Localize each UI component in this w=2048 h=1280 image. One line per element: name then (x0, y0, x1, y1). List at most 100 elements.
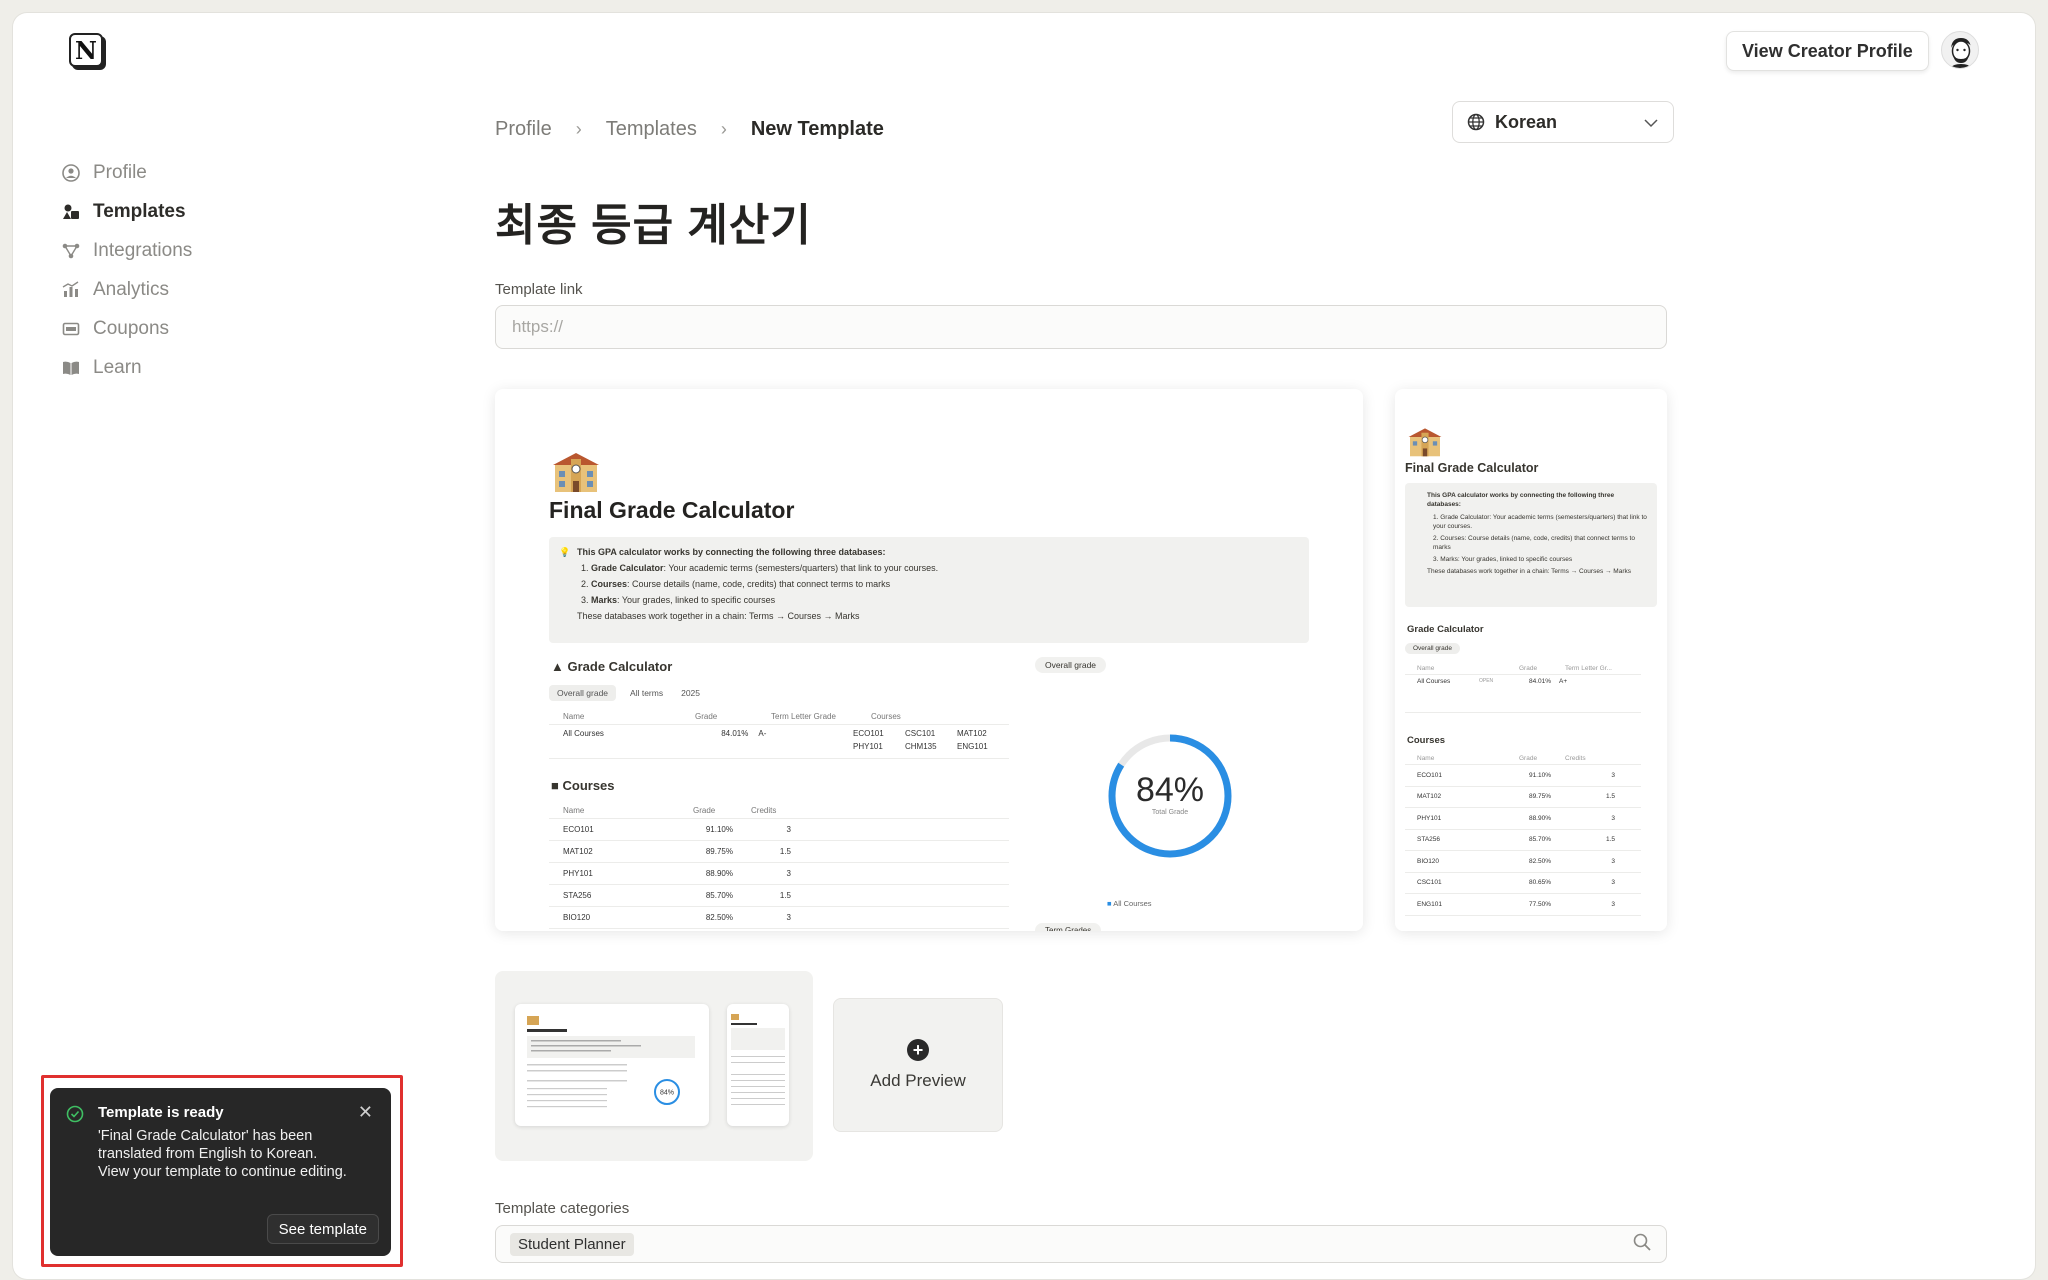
cell-name: MAT102 (1417, 793, 1442, 801)
sidebar-item-label: Learn (93, 356, 142, 378)
table-row[interactable]: STA256 85.70% 1.5 (1405, 830, 1641, 851)
templates-icon (61, 202, 81, 222)
course-tag: ECO101 (853, 729, 884, 738)
toast-title: Template is ready (98, 1104, 224, 1121)
preview-mobile[interactable]: Final Grade Calculator This GPA calculat… (1395, 389, 1667, 931)
lightbulb-icon: 💡 (559, 547, 571, 557)
cell-credits: 3 (786, 869, 791, 878)
view-tab[interactable]: Overall grade (1405, 643, 1461, 654)
callout-item-desc: : Course details (name, code, credits) t… (627, 579, 891, 589)
add-preview-button[interactable]: + Add Preview (833, 998, 1003, 1132)
callout-outro: These databases work together in a chain… (1427, 568, 1631, 575)
cell-name: ECO101 (1417, 771, 1442, 779)
page-title[interactable]: 최종 등급 계산기 (495, 189, 812, 253)
integrations-icon (61, 241, 81, 261)
grade-calc-heading: Grade Calculator (1407, 624, 1484, 635)
breadcrumb-profile[interactable]: Profile (495, 118, 552, 141)
breadcrumb-templates[interactable]: Templates (606, 118, 697, 141)
template-link-input[interactable] (495, 305, 1667, 349)
chevron-down-icon (1643, 112, 1659, 133)
language-select[interactable]: Korean (1452, 101, 1674, 143)
breadcrumb: Profile › Templates › New Template (495, 118, 884, 141)
callout-item: 1. Grade Calculator: Your academic terms… (581, 563, 939, 573)
cell-grade: 91.10% (705, 825, 733, 834)
table-row[interactable]: MAT102 89.75% 1.5 (1405, 787, 1641, 808)
view-tab[interactable]: 2025 (677, 685, 704, 701)
see-template-button[interactable]: See template (266, 1214, 379, 1244)
avatar[interactable] (1941, 31, 1979, 69)
table-row[interactable]: ENG101 77.50% 3 (1405, 894, 1641, 916)
cell-name: MAT102 (563, 847, 593, 856)
close-icon[interactable]: ✕ (358, 1102, 373, 1123)
cell-grade: 82.50% (1528, 857, 1551, 865)
table-row[interactable]: CSC101 80.65% 3 (1405, 873, 1641, 894)
notion-logo[interactable]: N (69, 33, 103, 67)
coupons-icon (61, 319, 81, 339)
sidebar-item-label: Analytics (93, 278, 170, 300)
callout-item: 2. Courses: Course details (name, code, … (581, 579, 891, 589)
thumbnail-mobile[interactable] (727, 1004, 789, 1126)
cell-credits: 3 (786, 825, 791, 834)
cell-credits: 3 (786, 913, 791, 922)
cell-grade: 89.75% (705, 847, 733, 856)
table-row[interactable]: PHY101 88.90% 3 (549, 863, 1009, 885)
cell-letter: A- (758, 729, 767, 738)
book-icon (61, 358, 81, 378)
category-chip[interactable]: Student Planner (510, 1232, 634, 1256)
sidebar-item-profile[interactable]: Profile (61, 153, 361, 192)
preview-desktop[interactable]: Final Grade Calculator 💡 This GPA calcul… (495, 389, 1363, 931)
table-row[interactable]: STA256 85.70% 1.5 (549, 885, 1009, 907)
cell-name: All Courses (1417, 678, 1451, 685)
sidebar-item-templates[interactable]: Templates (61, 192, 361, 231)
sidebar-item-integrations[interactable]: Integrations (61, 231, 361, 270)
table-row[interactable]: PHY101 88.90% 3 (1405, 808, 1641, 830)
grade-calc-heading: ▲ Grade Calculator (551, 659, 672, 674)
view-tab[interactable]: All terms (626, 685, 667, 701)
table-row[interactable]: BIO120 82.50% 3 (549, 907, 1009, 929)
sidebar-item-label: Profile (93, 161, 147, 183)
thumbnail-desktop[interactable]: 84% (515, 1004, 709, 1126)
course-tag: CHM135 (905, 742, 937, 751)
analytics-icon (61, 280, 81, 300)
table-row[interactable]: ECO101 91.10% 3 (549, 819, 1009, 841)
sidebar-item-learn[interactable]: Learn (61, 348, 361, 387)
open-badge[interactable]: OPEN (1479, 678, 1509, 684)
view-tab[interactable]: Overall grade (549, 685, 617, 701)
categories-input[interactable]: Student Planner (495, 1225, 1667, 1263)
cell-credits: 3 (1611, 771, 1615, 779)
courses-icon: ■ (551, 778, 559, 793)
callout-outro: These databases work together in a chain… (577, 611, 860, 621)
table-row[interactable]: All Courses OPEN 84.01% A+ (1405, 675, 1641, 713)
sidebar-item-coupons[interactable]: Coupons (61, 309, 361, 348)
table-row[interactable]: All Courses 84.01% A- ECO101 CSC101 MAT1… (549, 725, 1009, 759)
chart-tag: Overall grade (1035, 657, 1107, 673)
sidebar-item-label: Coupons (93, 317, 170, 339)
table-row[interactable]: ECO101 91.10% 3 (1405, 765, 1641, 787)
cell-grade: 88.90% (1528, 814, 1551, 822)
grade-table: Name Grade Term Letter Gr... All Courses… (1405, 663, 1641, 713)
cell-grade: 84.01% (1528, 678, 1551, 685)
callout-item-name: Marks (591, 595, 618, 605)
cell-grade: 91.10% (1528, 771, 1551, 779)
callout-item-text: Marks: Your grades, linked to specific c… (1440, 556, 1573, 563)
cell-name: STA256 (563, 891, 592, 900)
cell-courses: ECO101 CSC101 MAT102 PHY101 CHM135 ENG10… (853, 729, 1009, 751)
callout-item-name: Grade Calculator (591, 563, 664, 573)
col-header: Term Letter Grade (771, 712, 836, 721)
search-icon[interactable] (1632, 1232, 1652, 1257)
sidebar-item-analytics[interactable]: Analytics (61, 270, 361, 309)
categories-label: Template categories (495, 1200, 630, 1217)
table-row[interactable]: BIO120 82.50% 3 (1405, 851, 1641, 873)
preview-callout: This GPA calculator works by connecting … (1405, 483, 1657, 607)
col-header: Grade (1519, 665, 1538, 672)
callout-intro: This GPA calculator works by connecting … (1427, 492, 1615, 508)
table-header: Name Grade Term Letter Gr... (1405, 663, 1641, 675)
callout-item-name: Courses (591, 579, 628, 589)
cell-credits: 1.5 (1605, 793, 1615, 801)
col-header: Credits (1565, 755, 1586, 762)
courses-heading: Courses (1407, 735, 1446, 746)
view-creator-profile-button[interactable]: View Creator Profile (1726, 31, 1929, 71)
cell-name: PHY101 (1417, 814, 1442, 822)
table-row[interactable]: MAT102 89.75% 1.5 (549, 841, 1009, 863)
app-window: N View Creator Profile Profile Templates… (13, 13, 2035, 1279)
